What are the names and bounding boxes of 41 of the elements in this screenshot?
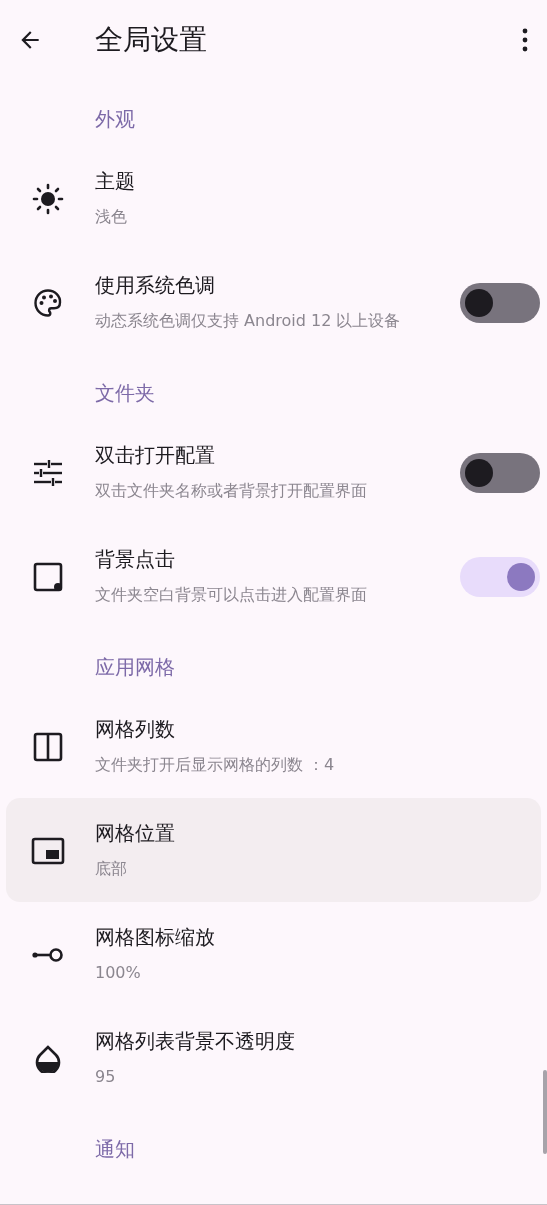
section-header: 通知 [95, 1137, 135, 1161]
item-subtitle: 100% [95, 962, 142, 984]
settings-item[interactable]: 双击打开配置 双击文件夹名称或者背景打开配置界面 [6, 420, 541, 524]
item-subtitle: 底部 [95, 858, 128, 880]
item-title: 网格列数 [95, 716, 176, 743]
item-subtitle: 双击文件夹名称或者背景打开配置界面 [95, 480, 368, 502]
settings-item[interactable]: 网格位置 底部 [6, 798, 541, 902]
item-title: 网格图标缩放 [95, 924, 216, 951]
picture-in-picture-icon [30, 836, 65, 865]
sliders-icon [32, 458, 63, 487]
columns-icon [32, 731, 63, 762]
item-title: 网格列表背景不透明度 [95, 1028, 296, 1055]
item-title: 使用系统色调 [95, 272, 216, 299]
toggle-switch[interactable] [460, 556, 540, 597]
item-title: 背景点击 [95, 546, 176, 573]
toggle-switch[interactable] [460, 452, 540, 493]
item-subtitle: 文件夹打开后显示网格的列数 ：4 [95, 754, 336, 776]
item-subtitle: 动态系统色调仅支持 Android 12 以上设备 [95, 310, 402, 332]
sun-icon [31, 182, 64, 215]
item-subtitle: 浅色 [95, 206, 128, 228]
square-icon [32, 561, 63, 592]
item-title: 双击打开配置 [95, 442, 216, 469]
settings-item[interactable]: 网格列数 文件夹打开后显示网格的列数 ：4 [6, 694, 541, 798]
settings-item[interactable]: 使用系统色调 动态系统色调仅支持 Android 12 以上设备 [6, 250, 541, 354]
item-title: 网格位置 [95, 820, 176, 847]
settings-item[interactable]: 网格图标缩放 100% [6, 902, 541, 1006]
item-title: 主题 [95, 168, 136, 195]
settings-item[interactable]: 网格列表背景不透明度 95 [6, 1006, 541, 1110]
item-subtitle: 文件夹空白背景可以点击进入配置界面 [95, 584, 368, 606]
drop-icon [34, 1044, 61, 1073]
dot-ring-icon [31, 946, 64, 963]
settings-item[interactable]: 背景点击 文件夹空白背景可以点击进入配置界面 [6, 524, 541, 628]
page-title: 全局设置 [95, 22, 208, 58]
section-header: 应用网格 [95, 655, 175, 679]
more-icon[interactable] [522, 28, 528, 52]
item-subtitle: 95 [95, 1066, 117, 1088]
section-header: 外观 [95, 107, 135, 131]
settings-item[interactable]: 主题 浅色 [6, 146, 541, 250]
palette-icon [32, 287, 63, 318]
toggle-switch[interactable] [460, 282, 540, 323]
section-header: 文件夹 [95, 381, 155, 405]
